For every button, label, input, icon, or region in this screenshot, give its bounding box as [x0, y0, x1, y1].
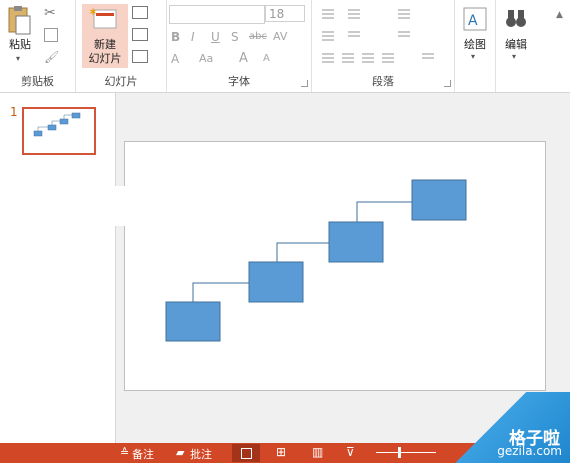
connector-line	[276, 242, 337, 262]
font-size-input[interactable]: 18	[265, 5, 305, 22]
svg-text:A: A	[468, 13, 478, 29]
shadow-button[interactable]: S	[231, 30, 239, 44]
rectangle-shape	[411, 179, 467, 221]
slides-group-label: 幻灯片	[104, 75, 138, 88]
slideshow-icon[interactable]: ⊽	[346, 445, 355, 459]
slide-editor	[116, 93, 570, 443]
grow-font-button[interactable]: A	[239, 51, 248, 66]
drawing-button[interactable]: A 绘图 ▾	[459, 4, 491, 66]
paste-label: 粘贴	[9, 38, 31, 51]
zoom-slider-handle[interactable]	[398, 447, 401, 458]
thumbnail-preview	[33, 112, 81, 137]
paragraph-dialog-launcher[interactable]	[444, 80, 451, 87]
slides-group: ✶ 新建 幻灯片 幻灯片	[76, 0, 167, 92]
font-dialog-launcher[interactable]	[301, 80, 308, 87]
paste-button[interactable]: 粘贴 ▾	[6, 4, 34, 66]
slide-sorter-icon[interactable]: ⊞	[276, 445, 286, 459]
new-slide-label-2: 幻灯片	[88, 52, 122, 65]
layout-icon[interactable]	[132, 6, 148, 19]
notes-button[interactable]: 备注	[132, 446, 154, 462]
zoom-slider[interactable]	[376, 452, 436, 453]
comments-button[interactable]: 批注	[190, 446, 212, 462]
clipboard-group: 粘贴 ▾ ✂ 🖌 剪贴板	[0, 0, 76, 92]
slide-thumbnail[interactable]	[22, 107, 96, 155]
binoculars-icon	[506, 10, 526, 27]
editing-group: 编辑 ▾	[496, 0, 536, 92]
shapes-icon: A	[463, 7, 487, 31]
connector-line	[356, 201, 420, 222]
slide-content	[165, 179, 467, 342]
scroll-up-icon[interactable]: ▲	[556, 10, 563, 20]
blank-area	[74, 186, 126, 226]
paragraph-group-label: 段落	[372, 75, 394, 88]
slide-thumbnail-pane: 1	[0, 93, 116, 443]
slide-canvas[interactable]	[124, 141, 546, 391]
format-painter-icon[interactable]: 🖌	[44, 50, 59, 64]
svg-text:✶: ✶	[88, 5, 98, 19]
copy-icon[interactable]	[44, 28, 58, 42]
rectangle-shape	[248, 261, 304, 303]
paragraph-group: 段落	[312, 0, 455, 92]
reset-icon[interactable]	[132, 28, 148, 41]
reading-view-icon[interactable]: ▥	[312, 445, 323, 459]
chevron-down-icon: ▾	[16, 54, 21, 63]
character-spacing-button[interactable]: AV	[273, 30, 287, 43]
normal-view-button[interactable]	[232, 444, 260, 462]
notes-icon[interactable]: ≙	[120, 446, 129, 459]
change-case-button[interactable]: Aa	[199, 52, 213, 65]
slide-number: 1	[10, 105, 18, 119]
font-group: 18 B I U S abc AV A Aa A A 字体	[167, 0, 312, 92]
chevron-down-icon: ▾	[512, 52, 517, 61]
rectangle-shape	[165, 301, 221, 342]
editing-button[interactable]: 编辑 ▾	[500, 4, 532, 66]
section-icon[interactable]	[132, 50, 148, 63]
paragraph-icons	[322, 9, 434, 63]
chevron-down-icon: ▾	[471, 52, 476, 61]
font-group-label: 字体	[228, 75, 250, 88]
rectangle-shape	[328, 221, 384, 263]
editing-label: 编辑	[505, 38, 527, 51]
new-slide-button[interactable]: ✶ 新建 幻灯片	[82, 4, 128, 68]
connector-line	[192, 282, 257, 302]
underline-button[interactable]: U	[211, 30, 220, 44]
clipboard-group-label: 剪贴板	[21, 75, 54, 88]
shrink-font-button[interactable]: A	[263, 53, 270, 64]
font-name-input[interactable]	[169, 5, 265, 24]
drawing-group: A 绘图 ▾	[455, 0, 496, 92]
bold-button[interactable]: B	[171, 30, 180, 44]
new-slide-icon: ✶	[88, 5, 117, 29]
cut-icon[interactable]: ✂	[44, 5, 56, 21]
clipboard-icon	[8, 6, 31, 35]
italic-button[interactable]: I	[191, 30, 195, 44]
font-size-value: 18	[269, 7, 285, 21]
watermark-url: gezila.com	[497, 444, 562, 458]
comment-icon[interactable]: ▰	[176, 446, 184, 459]
new-slide-label-1: 新建	[94, 38, 116, 51]
drawing-label: 绘图	[464, 38, 486, 51]
font-color-button[interactable]: A	[171, 52, 179, 66]
ribbon: 粘贴 ▾ ✂ 🖌 剪贴板 ✶ 新建 幻灯片 幻灯片 18 B I U S abc…	[0, 0, 570, 93]
strikethrough-button[interactable]: abc	[249, 31, 267, 42]
normal-view-icon	[241, 448, 252, 459]
